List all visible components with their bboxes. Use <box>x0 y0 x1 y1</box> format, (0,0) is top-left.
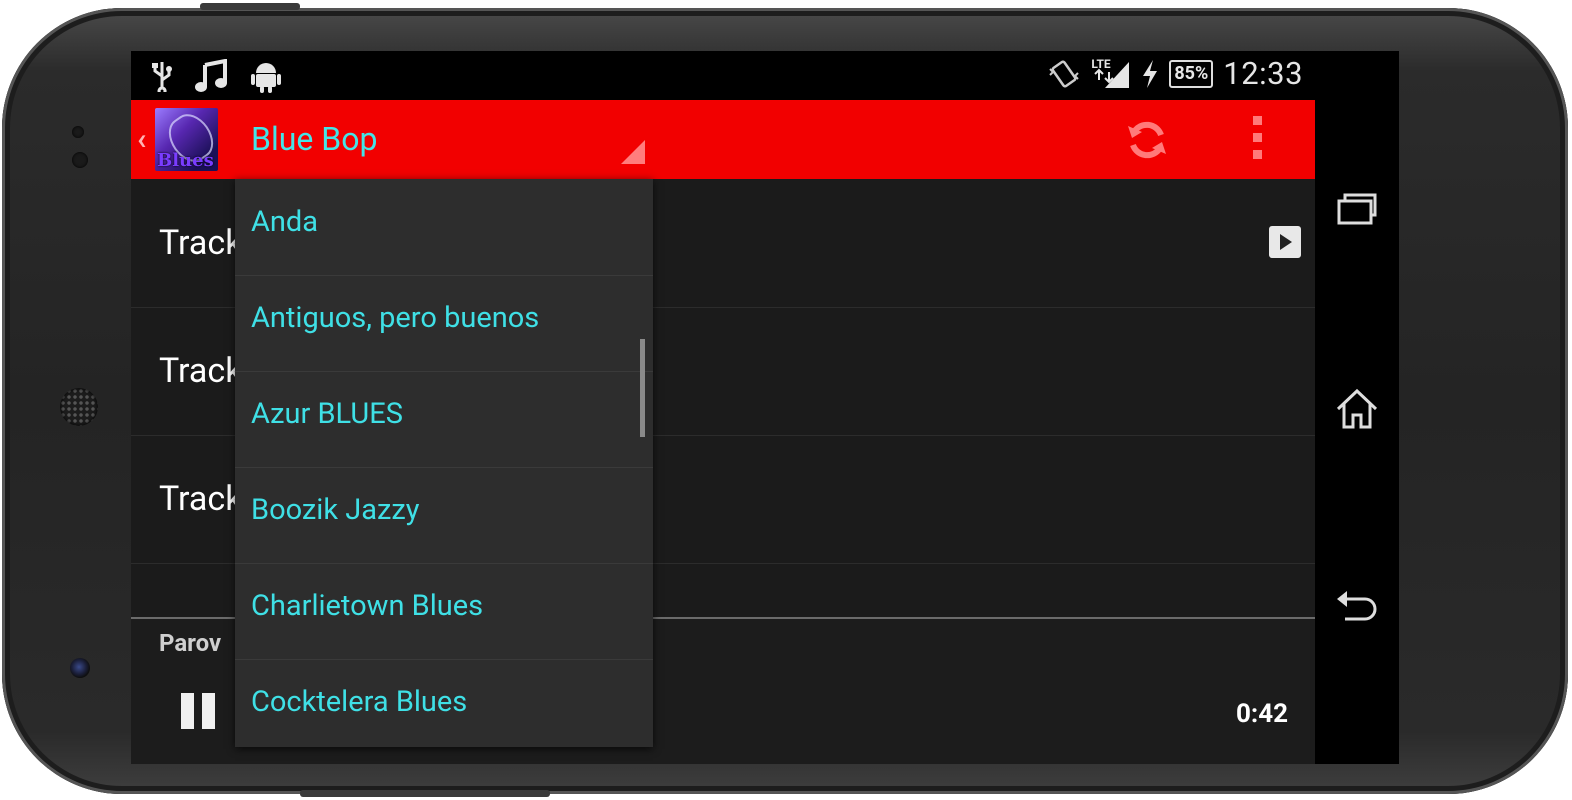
overflow-menu-icon[interactable] <box>1253 116 1262 159</box>
dropdown-item[interactable]: Charlietown Blues <box>235 563 653 660</box>
status-right: LTE 85% 12:33 <box>1047 55 1303 92</box>
recent-apps-icon[interactable] <box>1335 187 1379 231</box>
music-note-icon <box>195 59 227 92</box>
dropdown-item[interactable]: Anda <box>235 179 653 276</box>
up-caret-icon[interactable]: ‹ <box>137 122 146 157</box>
status-left <box>151 59 281 93</box>
app-icon-text: Blues <box>157 150 214 171</box>
track-label: Track <box>159 223 243 263</box>
dropdown-item[interactable]: Antiguos, pero buenos <box>235 275 653 372</box>
earpiece-speaker <box>60 388 98 426</box>
playlist-dropdown: Anda Antiguos, pero buenos Azur BLUES Bo… <box>235 179 653 747</box>
dropdown-item-label: Azur BLUES <box>251 397 403 431</box>
android-icon <box>251 63 281 93</box>
dropdown-item-label: Cocktelera Blues <box>251 685 468 719</box>
charging-icon <box>1143 59 1158 88</box>
dropdown-item[interactable]: Cocktelera Blues <box>235 659 653 755</box>
action-bar: ‹ Blues Blue Bop <box>131 100 1315 179</box>
track-label: Track <box>159 351 243 391</box>
dropdown-item-label: Charlietown Blues <box>251 589 484 623</box>
dropdown-item[interactable]: Azur BLUES <box>235 371 653 468</box>
proximity-sensor <box>72 152 88 168</box>
artist-label: Parov <box>159 629 222 657</box>
light-sensor <box>72 126 84 138</box>
track-label: Track <box>159 479 243 519</box>
dropdown-item-label: Antiguos, pero buenos <box>251 301 540 335</box>
home-icon[interactable] <box>1335 387 1379 431</box>
spinner-arrow-icon[interactable] <box>621 140 645 164</box>
dropdown-scrollbar[interactable] <box>640 339 645 437</box>
app-icon[interactable]: Blues <box>155 108 218 171</box>
playlist-spinner-title[interactable]: Blue Bop <box>251 120 377 158</box>
system-nav-bar <box>1315 51 1399 764</box>
volume-button <box>300 790 550 797</box>
power-button <box>200 3 300 10</box>
vibrate-icon <box>1049 60 1080 87</box>
back-icon[interactable] <box>1335 585 1379 629</box>
front-camera <box>70 658 90 678</box>
dropdown-item-label: Anda <box>251 205 319 239</box>
status-bar: LTE 85% 12:33 <box>131 51 1315 100</box>
usb-icon <box>152 62 172 92</box>
elapsed-time: 0:42 <box>1236 699 1289 729</box>
status-clock: 12:33 <box>1223 55 1303 92</box>
dropdown-item-label: Boozik Jazzy <box>251 493 420 527</box>
pause-icon[interactable] <box>181 693 215 729</box>
refresh-icon[interactable] <box>1125 118 1169 162</box>
dropdown-item[interactable]: Boozik Jazzy <box>235 467 653 564</box>
signal-icon: LTE <box>1091 58 1131 90</box>
phone-frame: LTE 85% 12:33 ‹ Blues Blue Bop Track Tra… <box>2 3 1568 797</box>
battery-icon: 85% <box>1169 59 1214 88</box>
play-icon[interactable] <box>1269 226 1301 258</box>
screen: LTE 85% 12:33 ‹ Blues Blue Bop Track Tra… <box>131 51 1399 764</box>
